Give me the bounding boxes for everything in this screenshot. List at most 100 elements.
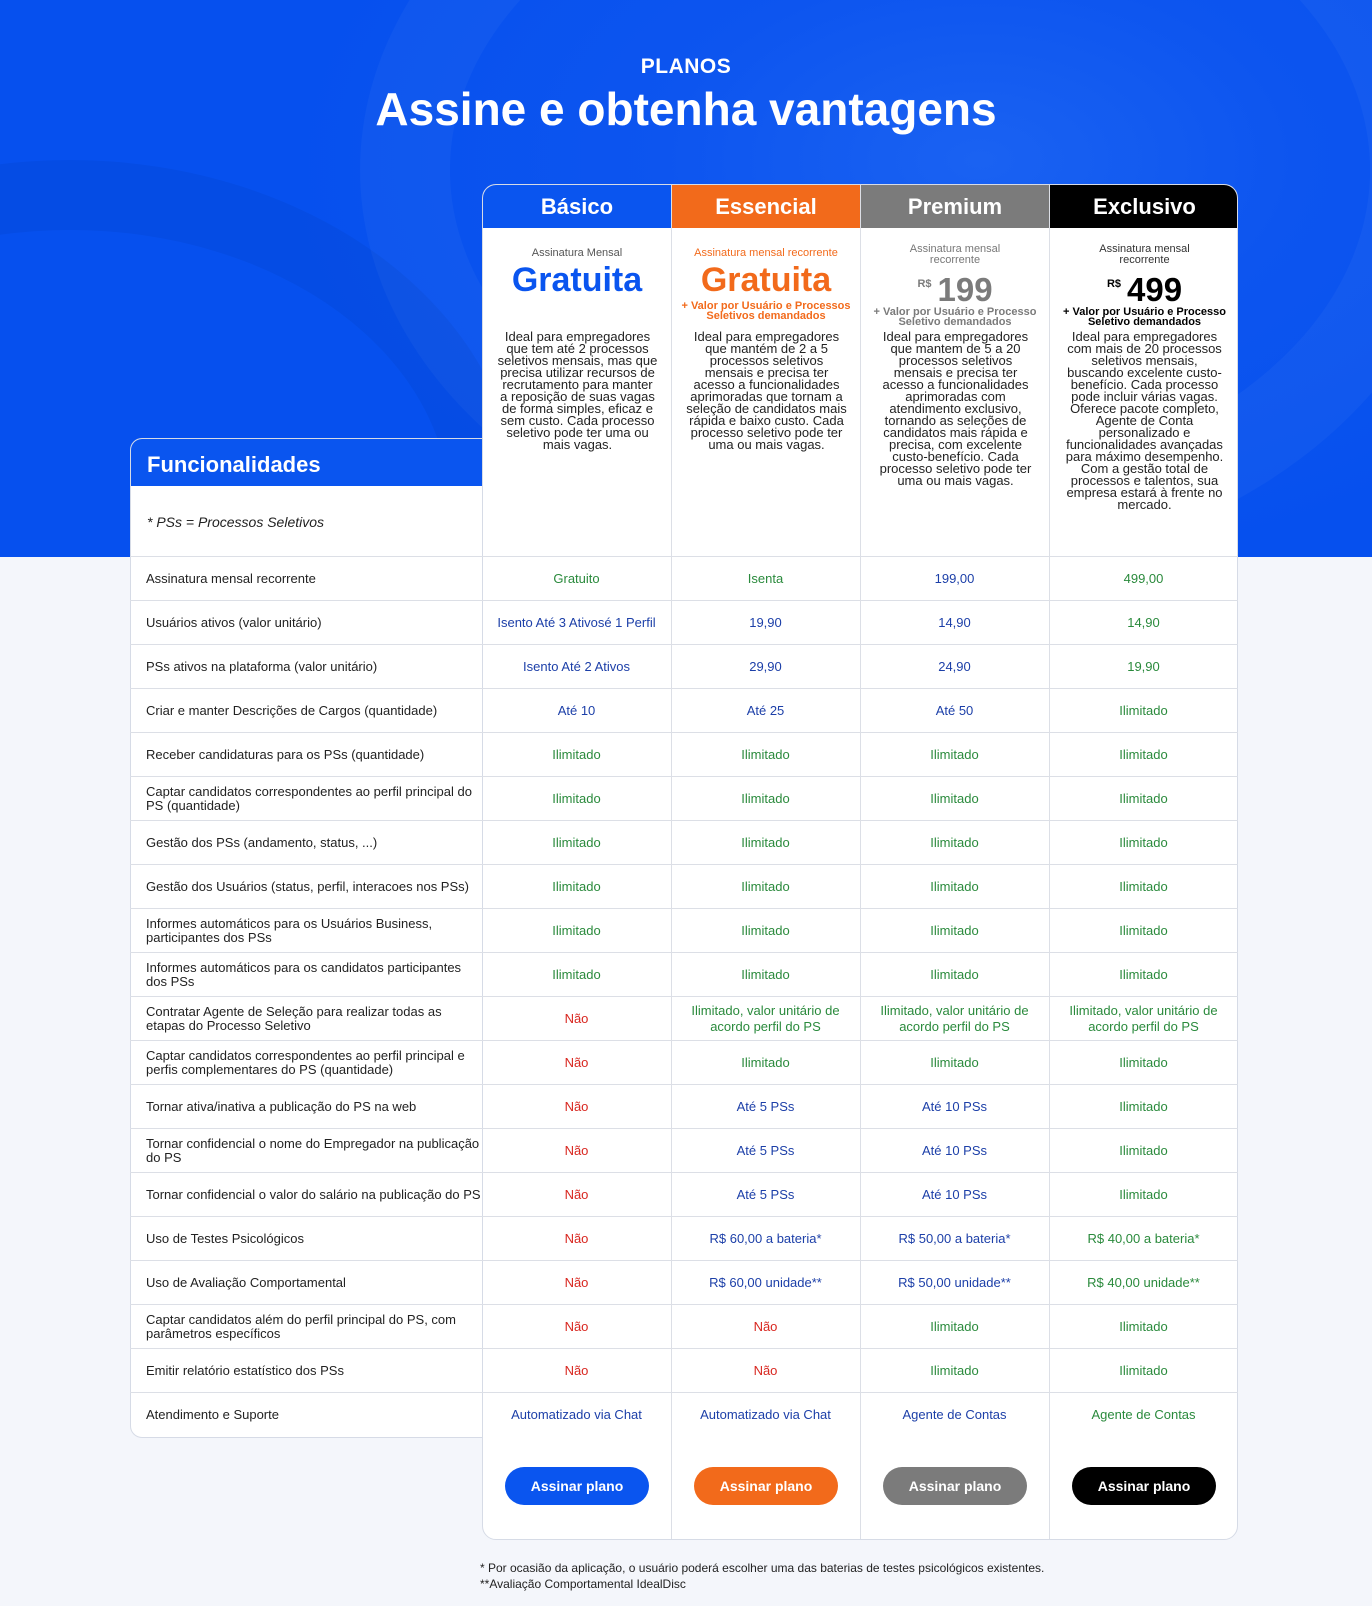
feature-value: Ilimitado xyxy=(1119,878,1168,894)
feature-value: Ilimitado xyxy=(552,790,601,806)
plan-amount: 199 xyxy=(937,271,993,308)
feature-value: Isento Até 3 Ativosé 1 Perfil xyxy=(497,614,656,630)
features-title: Funcionalidades xyxy=(131,439,482,486)
table-row: Captar candidatos além do perfil princip… xyxy=(130,1304,1238,1348)
feature-value: Ilimitado xyxy=(930,878,979,894)
feature-value: Ilimitado xyxy=(1119,966,1168,982)
subscribe-essencial-button[interactable]: Assinar plano xyxy=(694,1467,838,1505)
table-row: Captar candidatos correspondentes ao per… xyxy=(130,1040,1238,1084)
plan-billing: Assinatura mensal recorrente xyxy=(909,243,1001,266)
feature-label: Captar candidatos além do perfil princip… xyxy=(146,1311,456,1341)
feature-label: Tornar ativa/inativa a publicação do PS … xyxy=(146,1098,417,1114)
section-eyebrow: PLANOS xyxy=(640,55,732,78)
feature-value: Ilimitado xyxy=(552,834,601,850)
feature-value: R$ 60,00 a bateria* xyxy=(709,1230,822,1246)
feature-value: Até 5 PSs xyxy=(736,1186,795,1202)
feature-value: Ilimitado xyxy=(930,1054,979,1070)
feature-value: Ilimitado xyxy=(930,834,979,850)
feature-value: Ilimitado xyxy=(741,790,790,806)
feature-value: Ilimitado xyxy=(1119,1318,1168,1334)
feature-value: Até 10 xyxy=(557,702,596,718)
table-row: PSs ativos na plataforma (valor unitário… xyxy=(130,644,1238,688)
feature-value: Até 10 PSs xyxy=(921,1098,988,1114)
table-row: Informes automáticos para os candidatos … xyxy=(130,952,1238,996)
feature-label: Gestão dos PSs (andamento, status, ...) xyxy=(146,834,378,850)
feature-value: 19,90 xyxy=(749,614,782,630)
feature-value: Não xyxy=(753,1362,778,1378)
feature-value: 24,90 xyxy=(938,658,971,674)
feature-value: 29,90 xyxy=(749,658,782,674)
subscribe-premium-button[interactable]: Assinar plano xyxy=(883,1467,1027,1505)
feature-value: Não xyxy=(564,1318,589,1334)
table-row: Assinatura mensal recorrente Gratuito Isen… xyxy=(130,556,1238,600)
feature-value: Não xyxy=(564,1010,589,1026)
feature-value: R$ 40,00 a bateria* xyxy=(1087,1230,1200,1246)
subscribe-basico-button[interactable]: Assinar plano xyxy=(505,1467,649,1505)
feature-value: Não xyxy=(564,1186,589,1202)
table-row: Captar candidatos correspondentes ao per… xyxy=(130,776,1238,820)
feature-value: Ilimitado xyxy=(1119,1142,1168,1158)
plan-name: Básico xyxy=(483,185,671,228)
feature-value: Ilimitado xyxy=(930,966,979,982)
feature-value: Não xyxy=(564,1054,589,1070)
table-row: Tornar confidencial o nome do Empregador… xyxy=(130,1128,1238,1172)
feature-value: Ilimitado xyxy=(1119,702,1168,718)
feature-value: Ilimitado xyxy=(741,1054,790,1070)
feature-label: Informes automáticos para os candidatos … xyxy=(146,959,462,989)
feature-value: Ilimitado xyxy=(1119,922,1168,938)
feature-value: Isento Até 2 Ativos xyxy=(523,658,630,674)
feature-value: Ilimitado xyxy=(1119,834,1168,850)
feature-value: Ilimitado xyxy=(741,966,790,982)
table-row: Uso de Avaliação Comportamental Não R$ 60,… xyxy=(130,1260,1238,1304)
subscribe-exclusivo-button[interactable]: Assinar plano xyxy=(1072,1467,1216,1505)
feature-label: Receber candidaturas para os PSs (quanti… xyxy=(146,746,425,762)
plan-price-note: + Valor por Usuário e Processo Seletivo … xyxy=(873,306,1037,328)
feature-value: Até 5 PSs xyxy=(736,1142,795,1158)
plan-billing: Assinatura mensal recorrente xyxy=(1099,243,1190,266)
plan-price-label: Gratuita xyxy=(700,261,832,299)
feature-value: Até 25 xyxy=(746,702,785,718)
feature-value: Agente de Contas xyxy=(1091,1406,1196,1422)
feature-label: Uso de Avaliação Comportamental xyxy=(146,1274,346,1290)
feature-value: Ilimitado xyxy=(741,834,790,850)
feature-value: Ilimitado xyxy=(552,878,601,894)
table-row: Gestão dos PSs (andamento, status, ...) I… xyxy=(130,820,1238,864)
feature-value: 199,00 xyxy=(934,570,975,586)
feature-label: Assinatura mensal recorrente xyxy=(146,570,316,586)
feature-value: R$ 60,00 unidade** xyxy=(709,1274,822,1290)
feature-label: Captar candidatos correspondentes ao per… xyxy=(146,783,472,813)
feature-value: Até 10 PSs xyxy=(921,1142,988,1158)
plan-name: Essencial xyxy=(672,185,860,228)
plan-name: Exclusivo xyxy=(1050,185,1237,228)
plan-price-note: + Valor por Usuário e Processo Seletivo … xyxy=(1063,306,1226,328)
plan-billing: Assinatura Mensal xyxy=(531,247,623,259)
plan-description: Ideal para empregadores com mais de 20 p… xyxy=(1065,329,1224,512)
feature-value: Não xyxy=(564,1142,589,1158)
feature-value: Gratuito xyxy=(553,570,600,586)
feature-label: Tornar confidencial o nome do Empregador… xyxy=(146,1135,480,1165)
plan-description: Ideal para empregadores que tem até 2 pr… xyxy=(497,329,658,452)
feature-value: Não xyxy=(753,1318,778,1334)
feature-value: Ilimitado xyxy=(552,922,601,938)
feature-value: Ilimitado xyxy=(741,746,790,762)
feature-value: Ilimitado, valor unitário de acordo perf… xyxy=(1069,1002,1218,1034)
feature-value: Ilimitado xyxy=(1119,1362,1168,1378)
table-row: Uso de Testes Psicológicos Não R$ 60,00 a … xyxy=(130,1216,1238,1260)
plan-name: Premium xyxy=(861,185,1049,228)
feature-label: Usuários ativos (valor unitário) xyxy=(146,614,322,630)
feature-value: Ilimitado xyxy=(741,878,790,894)
features-table: Assinatura mensal recorrente Gratuito Isen… xyxy=(130,556,1238,1436)
feature-label: Captar candidatos correspondentes ao per… xyxy=(146,1047,465,1077)
feature-value: Ilimitado xyxy=(1119,1054,1168,1070)
feature-label: PSs ativos na plataforma (valor unitário… xyxy=(146,658,378,674)
feature-value: Ilimitado xyxy=(930,746,979,762)
table-row: Tornar ativa/inativa a publicação do PS … xyxy=(130,1084,1238,1128)
feature-value: R$ 40,00 unidade** xyxy=(1087,1274,1200,1290)
feature-value: Ilimitado xyxy=(1119,746,1168,762)
feature-value: 499,00 xyxy=(1123,570,1164,586)
feature-value: Ilimitado xyxy=(930,922,979,938)
feature-label: Atendimento e Suporte xyxy=(146,1406,279,1422)
plan-currency: R$ xyxy=(1106,278,1121,290)
table-row: Criar e manter Descrições de Cargos (qua… xyxy=(130,688,1238,732)
feature-value: Ilimitado xyxy=(1119,1098,1168,1114)
